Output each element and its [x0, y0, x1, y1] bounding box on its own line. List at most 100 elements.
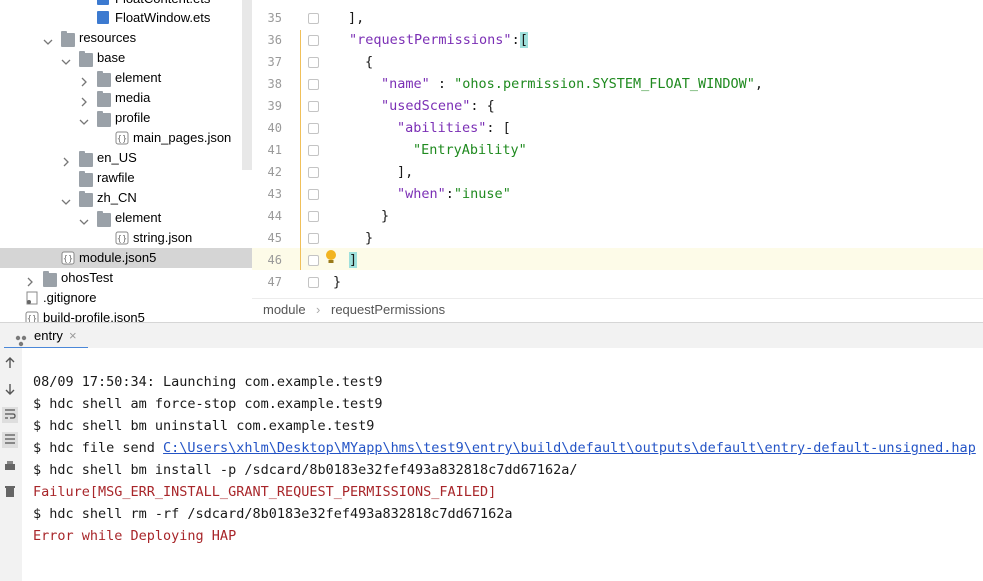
code-line-40: "abilities": [ — [397, 120, 511, 136]
fold-marker-icon[interactable] — [308, 35, 319, 46]
breadcrumb-item-module[interactable]: module — [263, 302, 306, 317]
line-number: 42 — [267, 165, 282, 179]
folder-icon — [79, 51, 93, 67]
chevron-down-icon[interactable] — [61, 53, 71, 65]
arrow-down-icon[interactable] — [2, 382, 18, 398]
folder-icon — [79, 191, 93, 207]
fold-marker-icon[interactable] — [308, 79, 319, 90]
console-text: $ hdc file send — [33, 440, 164, 456]
json-file-icon: {} — [115, 131, 129, 145]
line-number: 37 — [267, 55, 282, 69]
json-file-icon: {} — [25, 311, 39, 322]
fold-marker-icon[interactable] — [308, 13, 319, 24]
close-icon[interactable]: × — [69, 323, 77, 349]
scroll-to-end-icon[interactable] — [2, 432, 18, 448]
fold-marker-icon[interactable] — [308, 255, 319, 266]
tree-item-zh-cn[interactable]: zh_CN — [0, 188, 252, 208]
tree-item-base[interactable]: base — [0, 48, 252, 68]
chevron-down-icon[interactable] — [79, 213, 89, 225]
folder-icon — [97, 211, 111, 227]
tree-item-en-us[interactable]: en_US — [0, 148, 252, 168]
tree-item-main-pages[interactable]: {} main_pages.json — [0, 128, 252, 148]
code-line-42: ], — [397, 164, 414, 180]
line-number: 47 — [267, 275, 282, 289]
chevron-down-icon[interactable] — [79, 113, 89, 125]
console-line: $ hdc file send C:\Users\xhlm\Desktop\MY… — [33, 437, 983, 459]
tab-entry-label: entry — [34, 328, 63, 343]
console-output[interactable]: 08/09 17:50:34: Launching com.example.te… — [22, 348, 983, 581]
svg-text:{}: {} — [117, 134, 127, 143]
line-number: 35 — [267, 11, 282, 25]
line-number: 41 — [267, 143, 282, 157]
chevron-right-icon[interactable] — [79, 73, 89, 87]
console-line: $ hdc shell am force-stop com.example.te… — [33, 396, 383, 412]
trash-icon[interactable] — [2, 484, 18, 500]
tree-item-floatwindow[interactable]: ETS FloatWindow.ets — [0, 8, 252, 33]
code-line-35: ], — [348, 10, 365, 26]
bracket-highlight: [ — [519, 32, 528, 48]
code-line-39: "usedScene": { — [381, 98, 495, 114]
folder-icon — [43, 271, 57, 287]
arrow-up-icon[interactable] — [2, 356, 18, 372]
tree-item-media[interactable]: media — [0, 88, 252, 108]
chevron-right-icon[interactable] — [61, 153, 71, 167]
line-number: 46 — [267, 253, 282, 267]
tree-scrollbar[interactable] — [242, 0, 252, 170]
code-line-36: "requestPermissions":[ — [349, 32, 528, 48]
svg-text:{}: {} — [117, 234, 127, 243]
console-line: 08/09 17:50:34: Launching com.example.te… — [33, 374, 383, 390]
fold-marker-icon[interactable] — [308, 167, 319, 178]
chevron-down-icon[interactable] — [43, 33, 53, 45]
chevron-down-icon[interactable] — [61, 193, 71, 205]
code-line-47: } — [333, 274, 342, 290]
fold-marker-icon[interactable] — [308, 57, 319, 68]
folder-icon — [61, 31, 75, 47]
folder-icon — [79, 151, 93, 167]
chevron-right-icon[interactable] — [25, 273, 35, 287]
code-line-37: { — [365, 54, 374, 70]
print-icon[interactable] — [2, 459, 18, 475]
hap-file-link[interactable]: C:\Users\xhlm\Desktop\MYapp\hms\test9\en… — [163, 440, 976, 456]
line-number: 45 — [267, 231, 282, 245]
fold-marker-icon[interactable] — [308, 101, 319, 112]
tree-item-string-json[interactable]: {} string.json — [0, 228, 252, 248]
tree-item-rawfile[interactable]: rawfile — [0, 168, 252, 188]
fold-marker-icon[interactable] — [308, 145, 319, 156]
code-line-45: } — [365, 230, 374, 246]
fold-marker-icon[interactable] — [308, 123, 319, 134]
console-error-line: Error while Deploying HAP — [33, 528, 237, 544]
json-file-icon: {} — [115, 231, 129, 245]
tree-item-build-profile[interactable]: {} build-profile.json5 — [0, 308, 252, 322]
code-line-43: "when":"inuse" — [397, 186, 511, 202]
code-line-44: } — [381, 208, 390, 224]
file-icon — [25, 291, 39, 305]
folder-icon — [97, 111, 111, 127]
fold-marker-icon[interactable] — [308, 189, 319, 200]
fold-marker-icon[interactable] — [308, 277, 319, 288]
tree-item-element-zh[interactable]: element — [0, 208, 252, 228]
console-toolbar — [0, 348, 22, 581]
current-line-highlight — [252, 248, 983, 270]
tree-item-ohostest[interactable]: ohosTest — [0, 268, 252, 288]
tree-item-gitignore[interactable]: .gitignore — [0, 288, 252, 308]
line-number: 44 — [267, 209, 282, 223]
breadcrumb-item-requestpermissions[interactable]: requestPermissions — [331, 302, 445, 317]
project-tree: FloatContent.ets ETS FloatWindow.ets res… — [0, 0, 252, 322]
line-number: 40 — [267, 121, 282, 135]
chevron-right-icon[interactable] — [79, 93, 89, 107]
fold-marker-icon[interactable] — [308, 233, 319, 244]
breadcrumb-separator: › — [316, 302, 321, 317]
soft-wrap-icon[interactable] — [2, 407, 18, 423]
console-text: /s — [976, 440, 983, 456]
ets-file-icon — [97, 0, 109, 5]
code-line-41: "EntryAbility" — [413, 142, 527, 158]
lightbulb-icon[interactable] — [325, 249, 337, 268]
tree-item-element[interactable]: element — [0, 68, 252, 88]
code-line-38: "name" : "ohos.permission.SYSTEM_FLOAT_W… — [381, 76, 764, 92]
tree-item-module-json5[interactable]: {} module.json5 — [0, 248, 252, 268]
code-editor[interactable]: 35 36 37 38 39 40 41 42 43 44 45 46 47 ]… — [252, 0, 983, 298]
tree-item-resources[interactable]: resources — [0, 28, 252, 48]
tree-item-profile[interactable]: profile — [0, 108, 252, 128]
fold-marker-icon[interactable] — [308, 211, 319, 222]
console-line: $ hdc shell rm -rf /sdcard/8b0183e32fef4… — [33, 506, 513, 522]
